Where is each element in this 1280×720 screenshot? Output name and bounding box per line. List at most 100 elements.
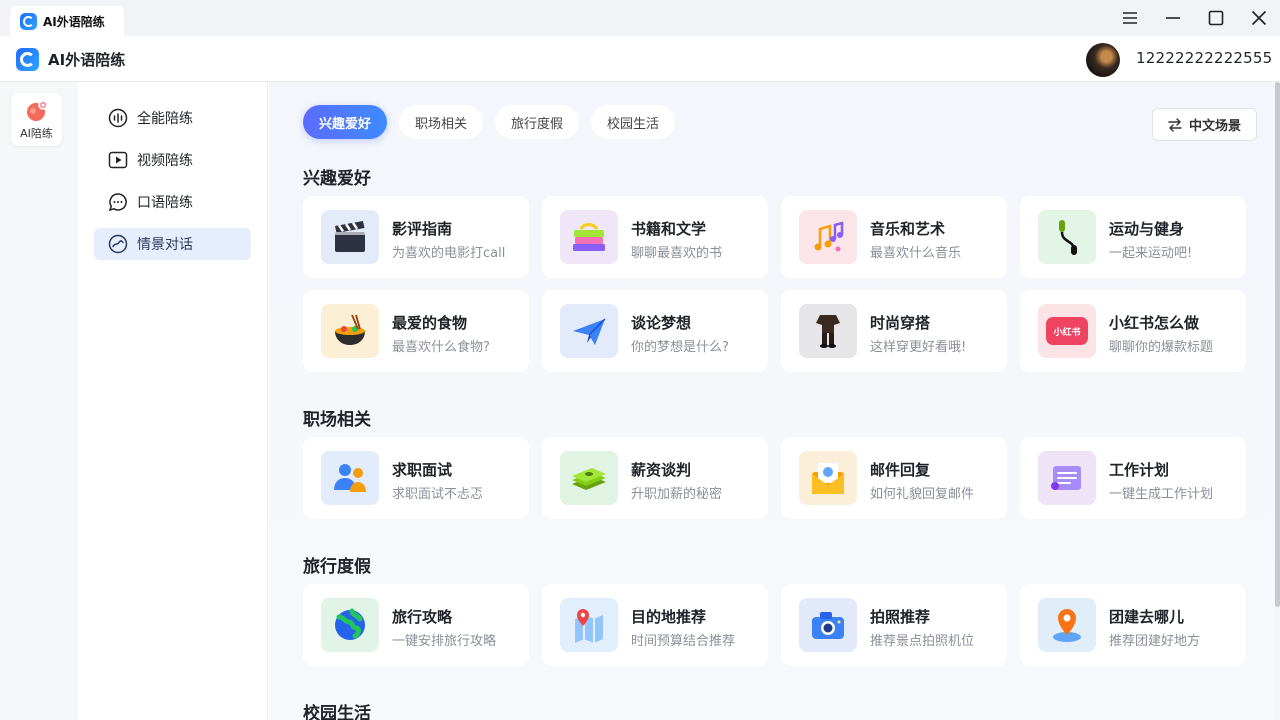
scene-card[interactable]: 时尚穿搭 这样穿更好看哦! bbox=[781, 290, 1007, 372]
play-icon bbox=[108, 151, 128, 169]
clapperboard-icon bbox=[335, 221, 365, 252]
scene-card[interactable]: 拍照推荐 推荐景点拍照机位 bbox=[781, 584, 1007, 666]
sidebar-item-video[interactable]: 视频陪练 bbox=[94, 144, 251, 176]
scene-card[interactable]: 影评指南 为喜欢的电影打call bbox=[303, 196, 529, 278]
card-icon-box bbox=[1038, 210, 1096, 264]
user-phone[interactable]: 12222222222555 bbox=[1136, 49, 1272, 67]
location-icon bbox=[1053, 609, 1081, 642]
card-title: 拍照推荐 bbox=[870, 608, 931, 626]
chinese-scene-button[interactable]: 中文场景 bbox=[1152, 108, 1257, 141]
card-subtitle: 最喜欢什么食物? bbox=[392, 340, 490, 355]
sidebar-item-scene-dialogue[interactable]: 情景对话 bbox=[94, 228, 251, 260]
card-title: 薪资谈判 bbox=[631, 461, 692, 479]
swap-icon bbox=[1168, 117, 1182, 132]
books-icon bbox=[573, 223, 605, 251]
card-subtitle: 升职加薪的秘密 bbox=[631, 487, 723, 502]
card-icon-box bbox=[799, 304, 857, 358]
card-title: 团建去哪儿 bbox=[1109, 608, 1185, 626]
app-title: AI外语陪练 bbox=[48, 51, 126, 69]
scene-card[interactable]: 工作计划 一键生成工作计划 bbox=[1020, 437, 1246, 519]
app-header: AI外语陪练 12222222222555 bbox=[0, 36, 1280, 82]
card-title: 书籍和文学 bbox=[631, 220, 707, 238]
section-title-workplace: 职场相关 bbox=[303, 410, 371, 430]
window-tab[interactable]: AI外语陪练 bbox=[10, 6, 124, 36]
minimize-icon[interactable] bbox=[1151, 0, 1194, 36]
card-title: 音乐和艺术 bbox=[870, 220, 946, 238]
card-icon-box bbox=[1038, 598, 1096, 652]
card-title: 邮件回复 bbox=[870, 461, 931, 479]
ai-robot-icon bbox=[26, 100, 48, 121]
scene-card[interactable]: 最爱的食物 最喜欢什么食物? bbox=[303, 290, 529, 372]
scene-card[interactable]: 团建去哪儿 推荐团建好地方 bbox=[1020, 584, 1246, 666]
maximize-icon[interactable] bbox=[1194, 0, 1237, 36]
card-subtitle: 时间预算结合推荐 bbox=[631, 634, 736, 649]
card-icon-box bbox=[560, 451, 618, 505]
chat-bubble-icon bbox=[108, 193, 127, 212]
scene-card[interactable]: 小红书 小红书怎么做 聊聊你的爆款标题 bbox=[1020, 290, 1246, 372]
scene-card[interactable]: 音乐和艺术 最喜欢什么音乐 bbox=[781, 196, 1007, 278]
scene-card[interactable]: 运动与健身 一起来运动吧! bbox=[1020, 196, 1246, 278]
menu-icon[interactable] bbox=[1108, 0, 1151, 36]
card-subtitle: 推荐景点拍照机位 bbox=[870, 634, 975, 649]
window-controls bbox=[1108, 0, 1280, 36]
section-title-hobbies: 兴趣爱好 bbox=[303, 169, 371, 189]
card-title: 小红书怎么做 bbox=[1109, 314, 1200, 332]
card-subtitle: 聊聊最喜欢的书 bbox=[631, 246, 723, 261]
card-subtitle: 最喜欢什么音乐 bbox=[870, 246, 962, 261]
tab-campus[interactable]: 校园生活 bbox=[591, 105, 676, 139]
tab-workplace[interactable]: 职场相关 bbox=[399, 105, 484, 139]
card-title: 目的地推荐 bbox=[631, 608, 707, 626]
scrollbar[interactable] bbox=[1275, 82, 1280, 720]
left-rail: AI陪练 bbox=[0, 82, 78, 720]
sidebar-item-all-round[interactable]: 全能陪练 bbox=[94, 102, 251, 134]
sidebar-item-label: 情景对话 bbox=[137, 237, 193, 253]
card-title: 时尚穿搭 bbox=[870, 314, 931, 332]
noodle-bowl-icon bbox=[335, 314, 365, 345]
scrollbar-thumb[interactable] bbox=[1275, 82, 1280, 607]
card-title: 最爱的食物 bbox=[392, 314, 468, 332]
mail-icon bbox=[812, 463, 844, 494]
sidebar-item-label: 口语陪练 bbox=[137, 195, 193, 211]
scene-card[interactable]: 谈论梦想 你的梦想是什么? bbox=[542, 290, 768, 372]
map-pin-icon bbox=[575, 609, 603, 643]
card-subtitle: 一键生成工作计划 bbox=[1109, 487, 1214, 502]
card-icon-box bbox=[321, 451, 379, 505]
card-title: 旅行攻略 bbox=[392, 608, 453, 626]
sidebar-item-speaking[interactable]: 口语陪练 bbox=[94, 186, 251, 218]
app-logo-icon bbox=[16, 48, 39, 71]
section-title-campus: 校园生活 bbox=[303, 704, 371, 720]
sidebar: 全能陪练 视频陪练 口语陪练 情景对话 bbox=[78, 82, 268, 720]
card-subtitle: 你的梦想是什么? bbox=[631, 340, 729, 355]
tab-travel[interactable]: 旅行度假 bbox=[495, 105, 580, 139]
card-icon-box bbox=[560, 304, 618, 358]
card-icon-box bbox=[1038, 451, 1096, 505]
tab-hobbies[interactable]: 兴趣爱好 bbox=[303, 105, 388, 139]
chinese-scene-label: 中文场景 bbox=[1188, 119, 1241, 134]
scene-card[interactable]: 薪资谈判 升职加薪的秘密 bbox=[542, 437, 768, 519]
scene-card[interactable]: 目的地推荐 时间预算结合推荐 bbox=[542, 584, 768, 666]
scene-card[interactable]: 旅行攻略 一键安排旅行攻略 bbox=[303, 584, 529, 666]
rail-item-ai-practice[interactable]: AI陪练 bbox=[11, 93, 62, 146]
close-icon[interactable] bbox=[1237, 0, 1280, 36]
card-icon-box bbox=[799, 451, 857, 505]
scene-card[interactable]: 邮件回复 如何礼貌回复邮件 bbox=[781, 437, 1007, 519]
scene-card[interactable]: 求职面试 求职面试不忐忑 bbox=[303, 437, 529, 519]
window-tab-label: AI外语陪练 bbox=[43, 14, 105, 29]
interview-icon bbox=[334, 464, 366, 492]
scene-card[interactable]: 书籍和文学 聊聊最喜欢的书 bbox=[542, 196, 768, 278]
plan-scroll-icon bbox=[1051, 466, 1081, 490]
card-icon-box bbox=[321, 210, 379, 264]
card-title: 求职面试 bbox=[392, 461, 453, 479]
card-subtitle: 一起来运动吧! bbox=[1109, 246, 1193, 261]
sidebar-item-label: 视频陪练 bbox=[137, 153, 193, 169]
paper-plane-icon bbox=[573, 318, 606, 345]
card-subtitle: 一键安排旅行攻略 bbox=[392, 634, 497, 649]
globe-icon bbox=[335, 608, 365, 640]
category-tabs: 兴趣爱好 职场相关 旅行度假 校园生活 bbox=[303, 105, 676, 139]
card-icon-box bbox=[799, 210, 857, 264]
waveform-icon bbox=[108, 108, 128, 128]
music-notes-icon bbox=[814, 221, 844, 252]
card-icon-box bbox=[560, 598, 618, 652]
camera-icon bbox=[812, 612, 844, 639]
avatar[interactable] bbox=[1086, 43, 1120, 77]
